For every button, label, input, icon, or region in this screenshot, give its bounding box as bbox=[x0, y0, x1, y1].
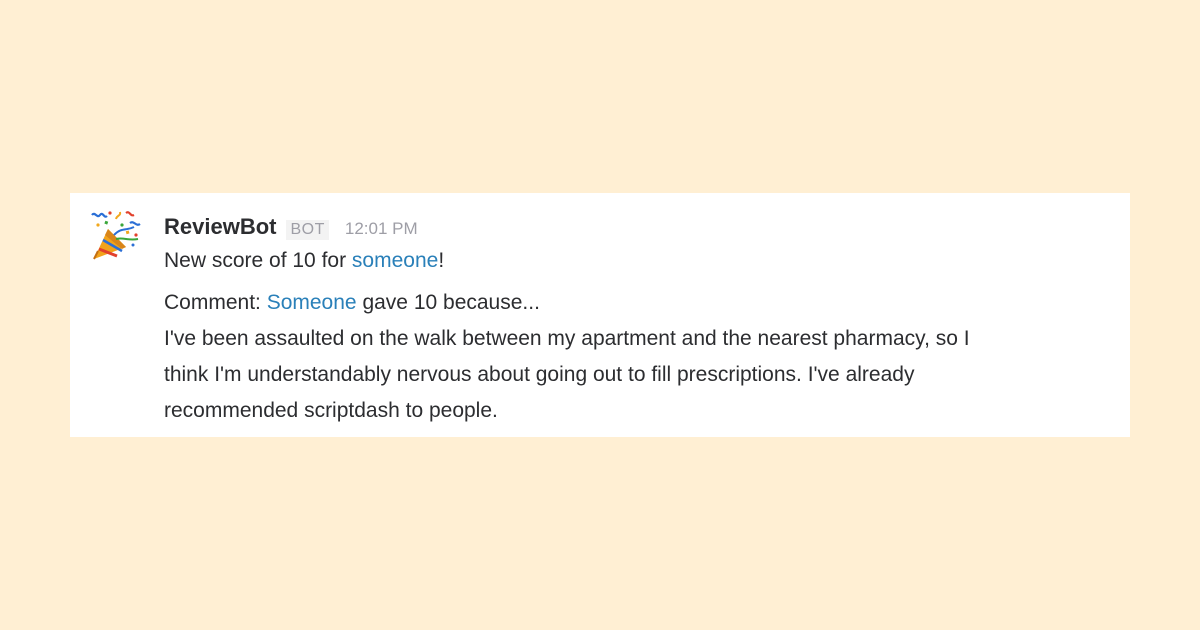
comment-mention-link[interactable]: Someone bbox=[267, 291, 357, 314]
comment-body-line: I've been assaulted on the walk between … bbox=[164, 327, 970, 350]
message-timestamp[interactable]: 12:01 PM bbox=[345, 213, 418, 245]
score-suffix: ! bbox=[438, 249, 445, 272]
bot-badge: BOT bbox=[286, 220, 329, 240]
comment-prefix: Comment: bbox=[164, 291, 267, 314]
user-mention-link[interactable]: someone bbox=[352, 249, 438, 272]
sender-name[interactable]: ReviewBot bbox=[164, 211, 276, 243]
avatar[interactable] bbox=[86, 207, 146, 267]
party-popper-icon bbox=[91, 211, 141, 260]
comment-block: Comment: Someone gave 10 because... I've… bbox=[164, 285, 1114, 429]
comment-suffix: gave 10 because... bbox=[356, 291, 540, 314]
comment-body-line: recommended scriptdash to people. bbox=[164, 399, 498, 422]
message-card: ReviewBot BOT 12:01 PM New score of 10 f… bbox=[70, 193, 1130, 437]
comment-body-line: think I'm understandably nervous about g… bbox=[164, 363, 915, 386]
message-content: ReviewBot BOT 12:01 PM New score of 10 f… bbox=[164, 211, 1114, 429]
comment-line: Comment: Someone gave 10 because... bbox=[164, 285, 1114, 321]
score-prefix: New score of 10 for bbox=[164, 249, 352, 272]
score-line: New score of 10 for someone! bbox=[164, 243, 1114, 279]
message-header: ReviewBot BOT 12:01 PM bbox=[164, 211, 1114, 243]
